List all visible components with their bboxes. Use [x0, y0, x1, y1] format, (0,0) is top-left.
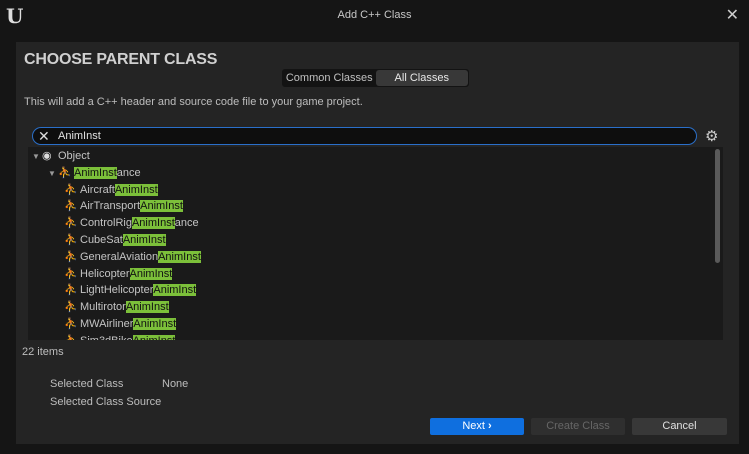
tree-item[interactable]: ▼ ⛹ AnimInstance — [48, 165, 141, 182]
item-count: 22 items — [22, 346, 64, 358]
tree-item[interactable]: ⛹ GeneralAviationAnimInst — [64, 249, 201, 266]
anim-icon: ⛹ — [58, 166, 72, 179]
search-box: ✕ — [32, 127, 697, 145]
tree-item[interactable]: ⛹ CubeSatAnimInst — [64, 232, 166, 249]
page-title: CHOOSE PARENT CLASS — [24, 51, 218, 68]
create-class-button[interactable]: Create Class — [531, 418, 625, 435]
anim-icon: ⛹ — [64, 333, 80, 340]
tree-item-pre: Helicopter — [80, 267, 130, 280]
tree-item-pre: AirTransport — [80, 200, 141, 213]
gear-icon[interactable]: ⚙ — [705, 127, 718, 145]
tree-item-pre: Sim3dBike — [80, 335, 133, 340]
tree-item-post: ance — [116, 166, 141, 179]
search-input[interactable] — [58, 129, 678, 143]
tree-item[interactable]: ⛹ AirTransportAnimInst — [64, 198, 183, 215]
tree-item-match: AnimInst — [125, 301, 169, 314]
anim-icon: ⛹ — [64, 183, 78, 196]
anim-icon: ⛹ — [64, 284, 78, 297]
selected-class-label: Selected Class — [50, 378, 124, 390]
next-button[interactable]: Next › — [430, 418, 524, 435]
tree-item-pre: MWAirliner — [80, 318, 134, 330]
anim-icon: ⛹ — [64, 200, 78, 213]
tree-item[interactable]: ⛹ ControlRigAnimInstance — [64, 215, 199, 232]
object-icon: ◉ — [42, 150, 52, 162]
chevron-right-icon: › — [488, 420, 492, 432]
tab-common-classes[interactable]: Common Classes — [283, 70, 376, 86]
clear-search-icon[interactable]: ✕ — [38, 128, 50, 144]
title-bar: U Add C++ Class ✕ — [0, 0, 749, 30]
selected-class-source-label: Selected Class Source — [50, 396, 162, 408]
tree-item[interactable]: ⛹ HelicopterAnimInst — [64, 266, 173, 283]
tree-item-pre: Multirotor — [80, 301, 126, 314]
tree-item-match: AnimInst — [131, 217, 175, 230]
expand-arrow-icon[interactable]: ▼ — [48, 165, 58, 182]
tree-item-pre: ControlRig — [80, 217, 132, 230]
expand-arrow-icon[interactable]: ▼ — [32, 148, 42, 165]
tree-item-pre: Object — [58, 150, 90, 162]
tree-item[interactable]: ⛹ MWAirlinerAnimInst — [64, 316, 177, 333]
tree-item[interactable]: ⛹ AircraftAnimInst — [64, 182, 158, 199]
class-tabs: Common Classes All Classes — [282, 69, 469, 87]
tab-all-classes[interactable]: All Classes — [375, 70, 468, 86]
tree-item-match: AnimInst — [114, 183, 158, 196]
tree-item[interactable]: ⛹Sim3dBikeAnimInst — [64, 333, 176, 340]
tree-item-match: AnimInst — [158, 250, 201, 263]
description: This will add a C++ header and source co… — [24, 96, 363, 108]
cancel-button[interactable]: Cancel — [632, 418, 727, 435]
next-label: Next — [462, 420, 485, 432]
close-icon[interactable]: ✕ — [726, 5, 739, 25]
tree-item-pre: CubeSat — [80, 234, 123, 246]
anim-icon: ⛹ — [64, 234, 78, 246]
tree-item-pre: GeneralAviation — [80, 250, 159, 263]
tree-item-match: AnimInst — [140, 200, 183, 213]
anim-icon: ⛹ — [64, 217, 78, 230]
tree-item-match: AnimInst — [133, 318, 177, 330]
tree-item-match: AnimInst — [122, 234, 166, 246]
tree-item-match: AnimInst — [132, 334, 176, 340]
scrollbar[interactable] — [715, 149, 720, 263]
tree-item-match: AnimInst — [74, 166, 117, 179]
anim-icon: ⛹ — [64, 267, 78, 280]
tree-item-match: AnimInst — [129, 267, 173, 280]
tree-item[interactable]: ▼ ◉ Object — [32, 148, 90, 165]
selected-class-value: None — [162, 378, 189, 390]
anim-icon: ⛹ — [64, 250, 78, 263]
class-tree: ▼ ◉ Object ▼ ⛹ AnimInstance ⛹ AircraftAnimInst ⛹… — [28, 147, 723, 340]
anim-icon: ⛹ — [64, 318, 78, 330]
tree-item-pre: LightHelicopter — [80, 284, 154, 297]
tree-item[interactable]: ⛹ MultirotorAnimInst — [64, 299, 169, 316]
tree-item-post: ance — [174, 217, 199, 230]
tree-item[interactable]: ⛹ LightHelicopterAnimInst — [64, 282, 197, 299]
tree-item-pre: Aircraft — [80, 183, 115, 196]
tree-item-match: AnimInst — [153, 284, 197, 297]
anim-icon: ⛹ — [64, 301, 78, 314]
window-title: Add C++ Class — [337, 9, 412, 21]
dialog-panel: CHOOSE PARENT CLASS Common Classes All C… — [16, 42, 739, 444]
